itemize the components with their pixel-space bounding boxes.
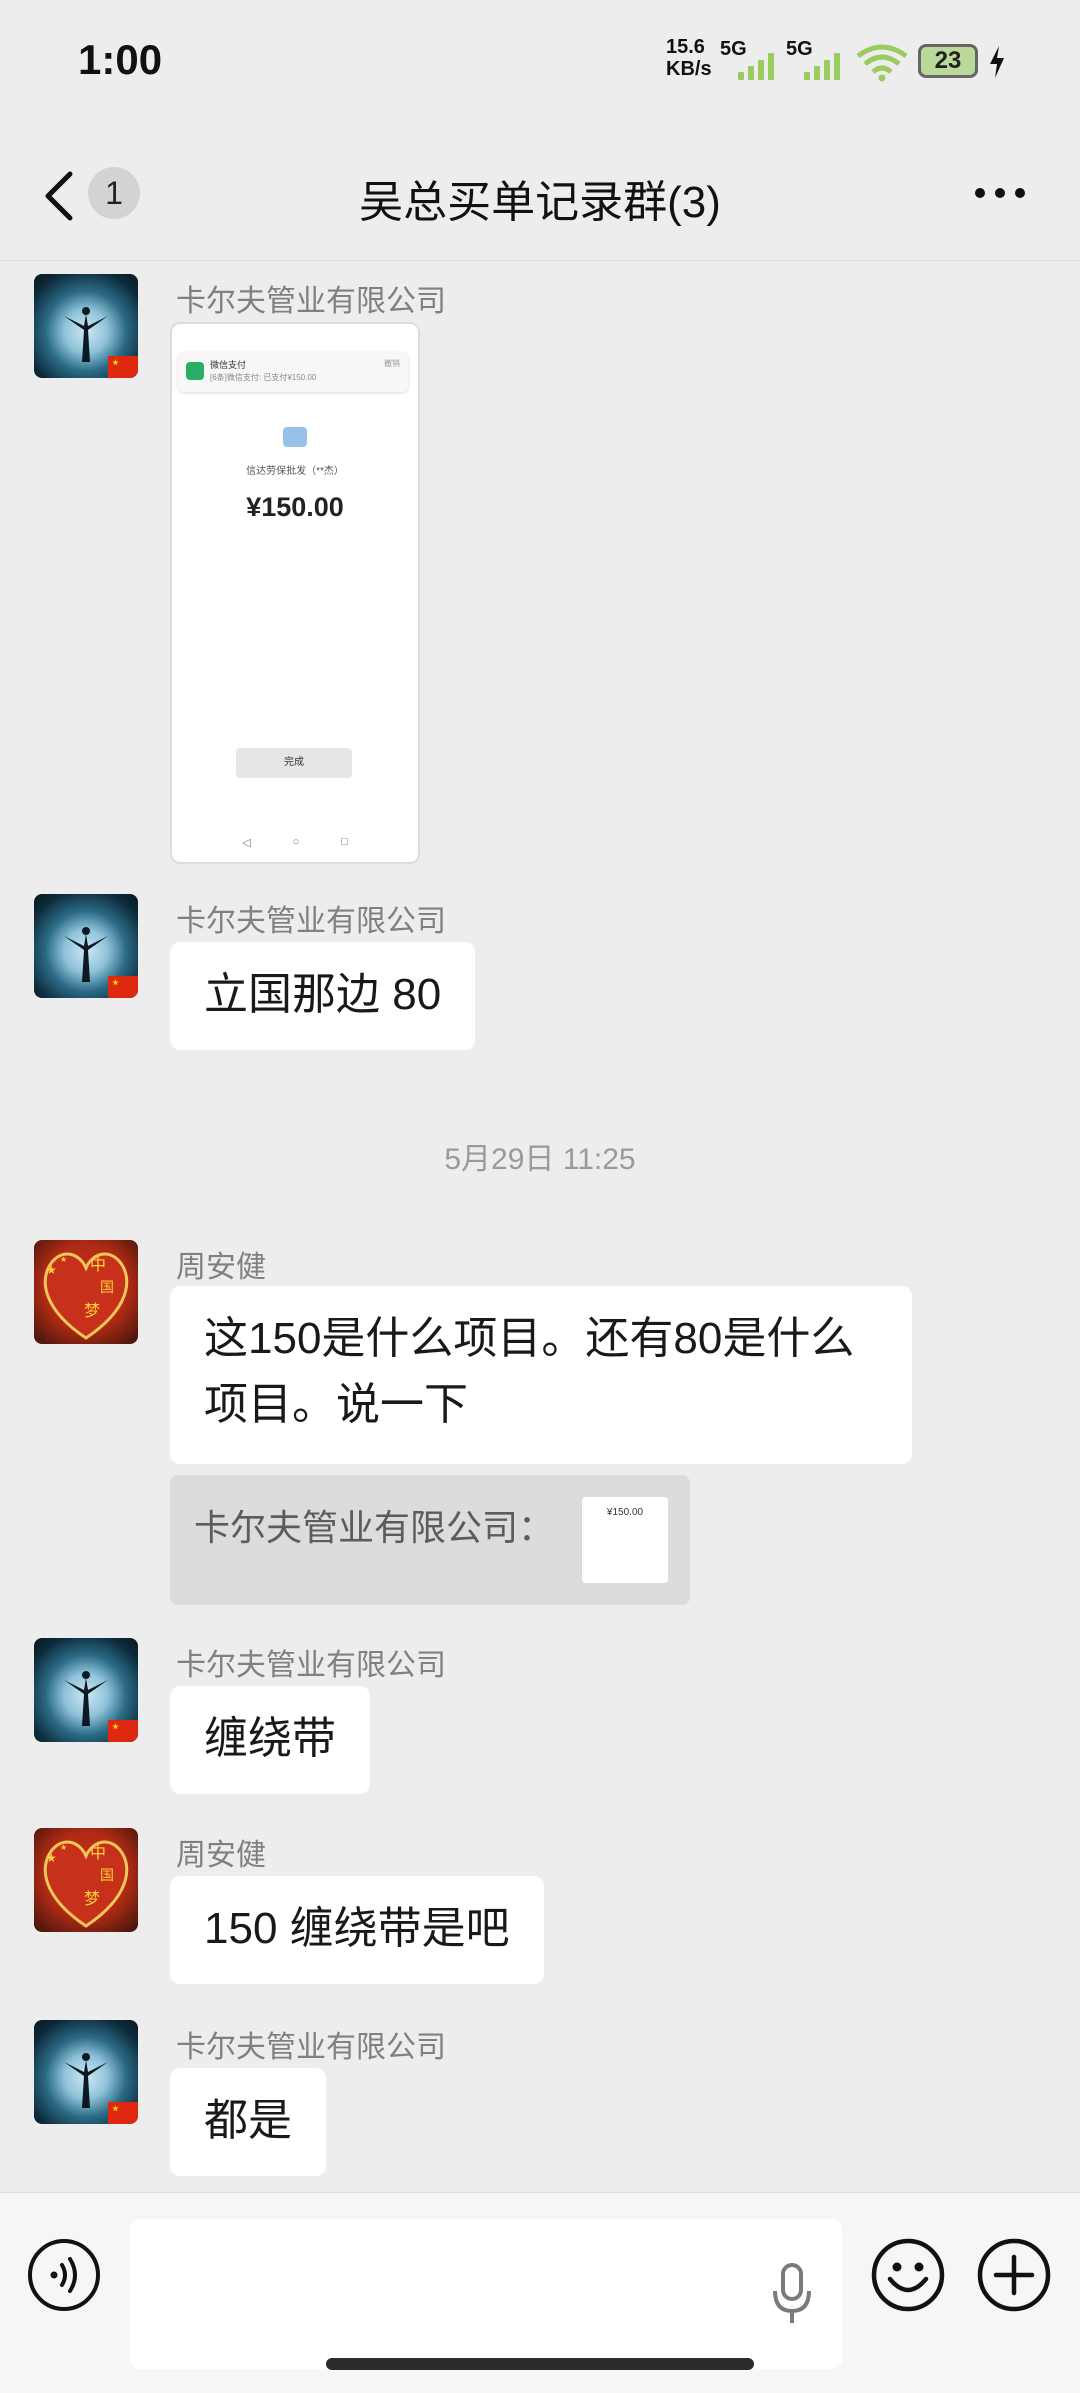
message-text-line: 这150是什么项目。还有80是什么 bbox=[204, 1314, 855, 1363]
avatar-char: 中 bbox=[90, 1255, 106, 1274]
avatar-char: 国 bbox=[100, 1280, 114, 1296]
payment-amount: ¥150.00 bbox=[246, 492, 344, 522]
avatar[interactable] bbox=[34, 894, 138, 998]
message-bubble[interactable]: 这150是什么项目。还有80是什么 项目。说一下 bbox=[170, 1286, 912, 1464]
message-bubble[interactable]: 都是 bbox=[170, 2068, 326, 2176]
nav-back-icon: ◁ bbox=[242, 837, 251, 849]
avatar[interactable]: ★ ★ 中 国 梦 bbox=[34, 1240, 138, 1344]
merchant-logo bbox=[283, 427, 307, 447]
network-speed: 15.6 KB/s bbox=[666, 36, 712, 80]
status-time: 1:00 bbox=[78, 36, 163, 83]
message-bubble[interactable]: 缠绕带 bbox=[170, 1686, 370, 1794]
flag-icon bbox=[108, 976, 138, 998]
timestamp: 5月29日 11:25 bbox=[444, 1143, 636, 1176]
network-speed-unit: KB/s bbox=[666, 58, 712, 80]
flag-icon bbox=[108, 1720, 138, 1742]
avatar[interactable] bbox=[34, 274, 138, 378]
merchant-name: 信达劳保批发（**杰） bbox=[246, 466, 344, 477]
wechat-pay-icon bbox=[186, 362, 204, 380]
message-text-line: 项目。说一下 bbox=[204, 1380, 468, 1429]
avatar-heart-icon: ★ ★ 中 国 梦 bbox=[43, 1252, 129, 1340]
nav-recent-icon: □ bbox=[341, 836, 348, 848]
sender-name: 周安健 bbox=[176, 1839, 266, 1872]
signal-2-icon bbox=[804, 50, 840, 80]
svg-text:★: ★ bbox=[60, 1255, 67, 1264]
notification-body: [6条]微信支付: 已支付¥150.00 bbox=[210, 373, 317, 382]
flag-icon bbox=[108, 2102, 138, 2124]
avatar[interactable] bbox=[34, 1638, 138, 1742]
wifi-icon bbox=[856, 44, 908, 82]
avatar-char: 国 bbox=[100, 1868, 114, 1884]
nav-home-icon: ○ bbox=[292, 836, 300, 848]
avatar-char: 梦 bbox=[84, 1301, 100, 1320]
done-label: 完成 bbox=[236, 748, 352, 778]
notification-card: 微信支付 [6条]微信支付: 已支付¥150.00 撤销 bbox=[178, 352, 408, 392]
avatar[interactable]: ★ ★ 中 国 梦 bbox=[34, 1828, 138, 1932]
mic-icon[interactable] bbox=[770, 2263, 814, 2327]
svg-text:★: ★ bbox=[46, 1263, 57, 1277]
payment-screenshot-image[interactable]: 微信支付 [6条]微信支付: 已支付¥150.00 撤销 信达劳保批发（**杰）… bbox=[170, 322, 420, 864]
quoted-message[interactable]: 卡尔夫管业有限公司： ¥150.00 bbox=[170, 1475, 690, 1605]
svg-text:★: ★ bbox=[46, 1851, 57, 1865]
battery-level: 23 bbox=[934, 47, 962, 74]
sender-name: 卡尔夫管业有限公司 bbox=[176, 2031, 446, 2064]
sender-name: 卡尔夫管业有限公司 bbox=[176, 905, 446, 938]
avatar-char: 中 bbox=[90, 1843, 106, 1862]
more-icon[interactable] bbox=[975, 188, 1025, 198]
message-bubble[interactable]: 立国那边 80 bbox=[170, 942, 476, 1050]
sender-name: 卡尔夫管业有限公司 bbox=[176, 285, 446, 318]
avatar-char: 梦 bbox=[84, 1889, 100, 1908]
charging-icon bbox=[990, 46, 1004, 78]
quote-thumb-amount: ¥150.00 bbox=[606, 1507, 644, 1518]
system-nav: ◁ ○ □ bbox=[172, 836, 418, 849]
voice-icon[interactable] bbox=[28, 2239, 100, 2311]
sender-name: 卡尔夫管业有限公司 bbox=[176, 1649, 446, 1682]
flag-icon bbox=[108, 356, 138, 378]
avatar[interactable] bbox=[34, 2020, 138, 2124]
signal-1-icon bbox=[738, 50, 774, 80]
quote-thumbnail[interactable]: ¥150.00 bbox=[582, 1497, 668, 1583]
message-bubble[interactable]: 150 缠绕带是吧 bbox=[170, 1876, 544, 1984]
message-input[interactable] bbox=[130, 2219, 842, 2369]
chat-title: 吴总买单记录群(3) bbox=[359, 178, 721, 227]
notification-title: 微信支付 bbox=[210, 360, 247, 370]
network-speed-value: 15.6 bbox=[666, 36, 705, 58]
notification-action: 撤销 bbox=[384, 359, 400, 368]
status-bar: 1:00 15.6 KB/s 5G 5G 23 bbox=[0, 0, 1080, 120]
emoji-icon[interactable] bbox=[870, 2237, 946, 2313]
chat-header: 1 吴总买单记录群(3) bbox=[0, 130, 1080, 261]
sender-name: 周安健 bbox=[176, 1251, 266, 1284]
svg-text:★: ★ bbox=[60, 1843, 67, 1852]
quote-label: 卡尔夫管业有限公司： bbox=[194, 1507, 555, 1548]
home-indicator[interactable] bbox=[326, 2358, 754, 2370]
avatar-heart-icon: ★ ★ 中 国 梦 bbox=[43, 1840, 129, 1928]
plus-icon[interactable] bbox=[976, 2237, 1052, 2313]
battery-icon: 23 bbox=[918, 44, 978, 78]
voice-waves-icon bbox=[50, 2257, 77, 2293]
